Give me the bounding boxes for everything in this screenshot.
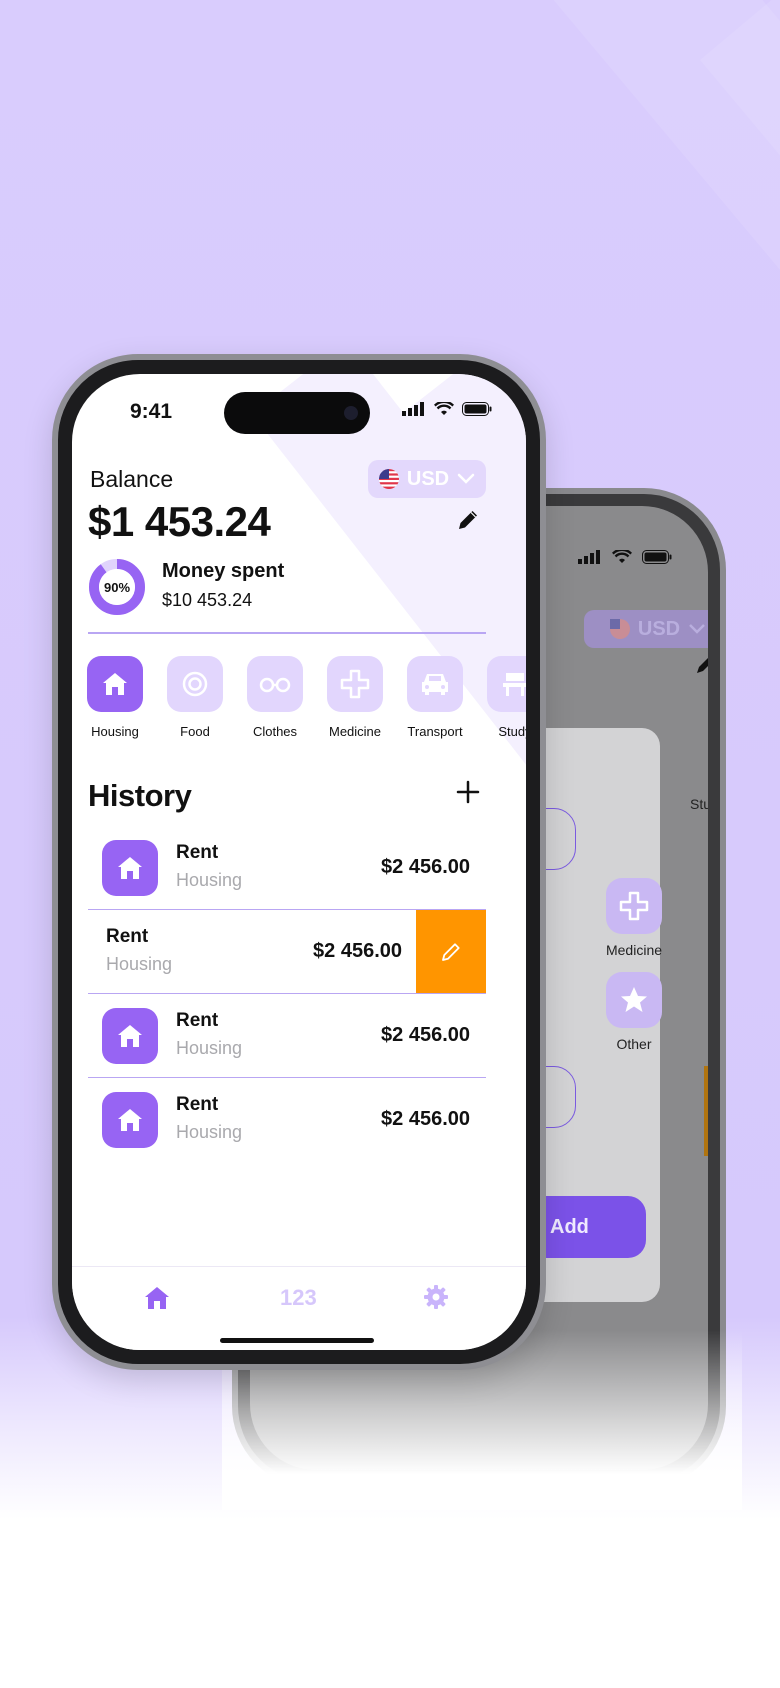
medical-cross-icon: [619, 891, 649, 921]
signal-icon: [402, 402, 424, 416]
back-add-button-label: Add: [550, 1215, 589, 1238]
divider: [88, 632, 486, 634]
wifi-icon: [434, 402, 454, 415]
category-label: Clothes: [252, 724, 298, 739]
balance-amount: $1 453.24: [88, 498, 271, 545]
pencil-icon: [442, 943, 460, 961]
history-row-icon: [102, 840, 158, 896]
category-icon-tile: [327, 656, 383, 712]
currency-selector[interactable]: USD: [368, 460, 486, 498]
history-row-category: Housing: [176, 870, 243, 890]
history-row-icon: [102, 1092, 158, 1148]
tab-stats[interactable]: 123: [280, 1285, 317, 1311]
signal-icon: [578, 550, 600, 564]
category-label: Transport: [407, 724, 463, 739]
back-category-medicine: [606, 878, 662, 934]
home-icon[interactable]: [142, 1283, 172, 1313]
back-category-label-study: Study: [690, 796, 708, 812]
medical-cross-icon: [340, 669, 370, 699]
house-icon: [118, 1025, 142, 1047]
history-row-swiped[interactable]: Rent Housing $2 456.00: [88, 910, 486, 994]
balance-label: Balance: [90, 466, 174, 492]
history-row-amount: $2 456.00: [313, 940, 402, 962]
home-indicator: [220, 1338, 374, 1343]
history-row-category: Housing: [176, 1122, 243, 1142]
history-row-category: Housing: [176, 1038, 243, 1058]
money-spent-title: Money spent: [162, 560, 285, 582]
history-row-category: Housing: [106, 954, 173, 974]
us-flag-icon: [609, 619, 630, 639]
gear-icon[interactable]: [422, 1283, 450, 1311]
category-icon-tile: [487, 656, 526, 712]
back-category-label-medicine: Medicine: [605, 942, 663, 958]
history-row-amount: $2 456.00: [381, 1108, 470, 1130]
front-phone-frame: 9:41 Balance $1 453.24 USD 90% Money spe…: [52, 354, 546, 1370]
back-category-other: [606, 972, 662, 1028]
category-icon-tile: [167, 656, 223, 712]
history-row-amount: $2 456.00: [381, 1024, 470, 1046]
back-currency-label: USD: [637, 617, 681, 640]
currency-label: USD: [406, 467, 450, 490]
category-medicine[interactable]: Medicine: [326, 656, 384, 739]
house-icon: [103, 673, 127, 695]
back-swipe-action: [704, 1066, 708, 1156]
house-icon: [118, 1109, 142, 1131]
category-icon-tile: [407, 656, 463, 712]
plus-icon[interactable]: [454, 778, 482, 806]
history-row-name: Rent: [176, 1094, 219, 1115]
back-category-label-other: Other: [616, 1036, 652, 1052]
back-currency-selector: USD: [584, 610, 708, 648]
history-row-name: Rent: [176, 1010, 219, 1031]
us-flag-icon: [378, 469, 399, 489]
history-row-name: Rent: [106, 926, 149, 947]
category-study[interactable]: Study: [486, 656, 526, 739]
category-label: Housing: [91, 724, 139, 739]
desk-icon: [503, 673, 526, 696]
status-time: 9:41: [130, 400, 173, 423]
app-screen: 9:41 Balance $1 453.24 USD 90% Money spe…: [72, 374, 526, 1350]
category-list: Housing Food Clothes Medicine Transport …: [86, 656, 526, 739]
category-label: Study: [498, 724, 526, 739]
category-icon-tile: [87, 656, 143, 712]
history-row-amount: $2 456.00: [381, 856, 470, 878]
spent-percent-label: 90%: [103, 579, 131, 595]
house-icon: [118, 857, 142, 879]
battery-icon: [462, 402, 492, 416]
food-icon: [182, 671, 208, 697]
history-row[interactable]: Rent Housing $2 456.00: [88, 994, 486, 1078]
back-add-button: Add: [540, 1196, 646, 1258]
wifi-icon: [612, 550, 632, 563]
money-spent-amount: $10 453.24: [162, 590, 253, 610]
battery-icon: [642, 550, 672, 564]
chevron-down-icon: [689, 624, 705, 634]
history-title: History: [88, 778, 192, 813]
swipe-edit-button[interactable]: [416, 910, 486, 994]
car-icon: [422, 674, 448, 695]
category-food[interactable]: Food: [166, 656, 224, 739]
history-row[interactable]: Rent Housing $2 456.00: [88, 1078, 486, 1162]
history-row-name: Rent: [176, 842, 219, 863]
category-housing[interactable]: Housing: [86, 656, 144, 739]
history-row-icon: [102, 1008, 158, 1064]
category-label: Medicine: [328, 724, 382, 739]
back-status-icons: [578, 550, 672, 564]
pencil-icon: [697, 658, 708, 673]
history-row[interactable]: Rent Housing $2 456.00: [88, 826, 486, 910]
category-icon-tile: [247, 656, 303, 712]
chevron-down-icon: [457, 473, 475, 484]
dynamic-island: [224, 392, 370, 434]
pencil-icon[interactable]: [456, 508, 480, 532]
category-transport[interactable]: Transport: [406, 656, 464, 739]
glasses-icon: [259, 677, 291, 693]
category-label: Food: [180, 724, 210, 739]
category-clothes[interactable]: Clothes: [246, 656, 304, 739]
status-icons: [402, 402, 492, 416]
star-icon: [621, 987, 647, 1012]
